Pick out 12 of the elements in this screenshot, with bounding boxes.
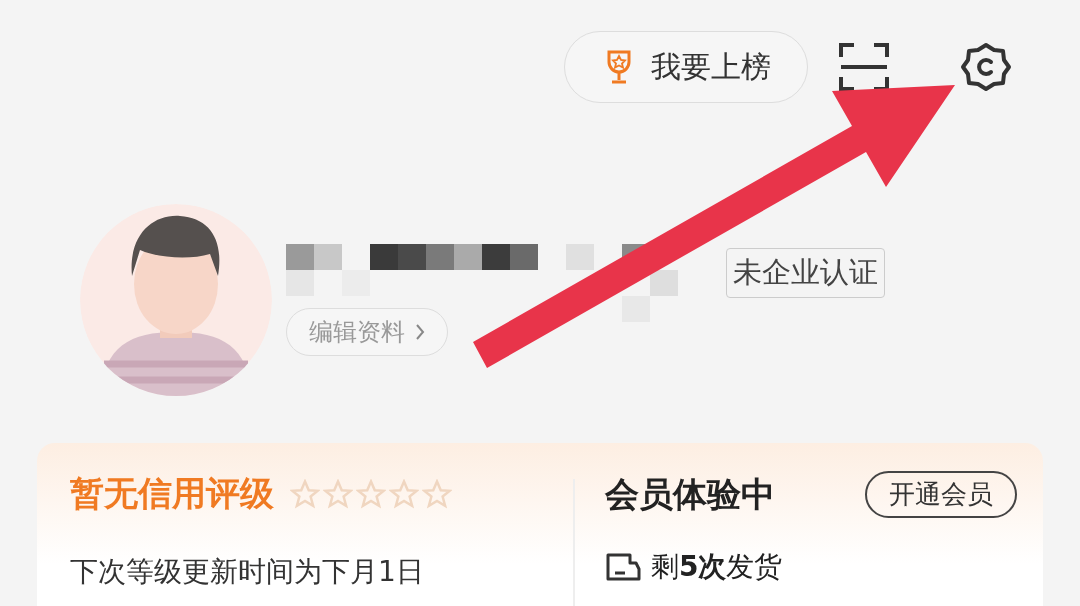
open-membership-button[interactable]: 开通会员: [865, 471, 1017, 518]
trophy-icon: [605, 49, 633, 85]
avatar[interactable]: [80, 204, 272, 396]
update-note: 下次等级更新时间为下月1日: [70, 554, 425, 590]
scan-icon[interactable]: [838, 41, 890, 93]
chevron-icon: [415, 323, 425, 341]
credit-rating-title: 暂无信用评级: [70, 472, 274, 515]
enterprise-status-badge: 未企业认证: [726, 248, 885, 298]
membership-status: 会员体验中: [605, 472, 775, 516]
rank-button[interactable]: 我要上榜: [564, 31, 808, 103]
settings-icon[interactable]: [960, 41, 1012, 93]
remaining-shipments: 剩5次发货: [651, 549, 783, 585]
